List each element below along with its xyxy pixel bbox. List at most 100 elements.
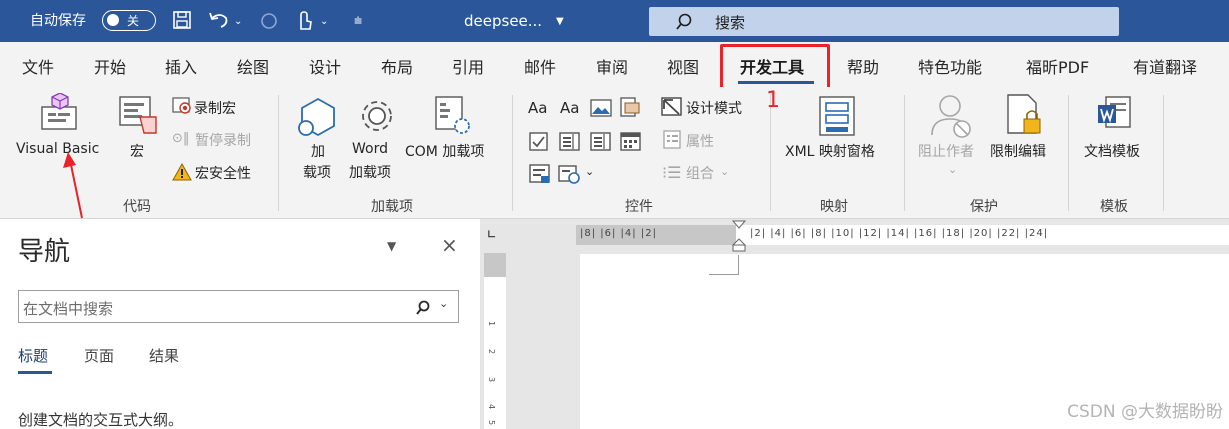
warning-icon (172, 163, 192, 181)
restrict-editing-button[interactable]: 限制编辑 (990, 141, 1046, 161)
undo-dropdown-icon[interactable]: ⌄ (234, 12, 242, 32)
group-icon: ⁝☰ (662, 163, 682, 182)
tab-insert[interactable]: 插入 (165, 54, 197, 78)
building-block-control-icon[interactable] (620, 97, 640, 119)
navigation-pane: 导航 ▼ × 在文档中搜索 ⌄ 标题 页面 结果 创建文档的交互式大纲。 (0, 219, 480, 429)
vruler-tick: 4 (487, 403, 497, 410)
group-code-label: 代码 (123, 199, 151, 215)
nav-search-placeholder: 在文档中搜索 (23, 300, 114, 318)
customize-toolbar-icon[interactable]: ⩧ (354, 11, 362, 31)
picture-control-icon[interactable] (590, 99, 612, 117)
group-mapping-label: 映射 (820, 199, 848, 215)
dropdown-list-control-icon[interactable] (590, 132, 612, 152)
nav-hint-text: 创建文档的交互式大纲。 (18, 411, 184, 429)
close-icon[interactable]: × (441, 233, 458, 257)
search-icon[interactable] (415, 300, 431, 316)
plain-text-control-button[interactable]: Aa (560, 99, 579, 117)
visual-basic-icon (41, 93, 77, 130)
word-addins-gear-icon (362, 101, 392, 131)
legacy-tools-dropdown-icon[interactable]: ⌄ (585, 165, 594, 178)
tab-layout[interactable]: 布局 (381, 54, 413, 78)
tab-features[interactable]: 特色功能 (918, 54, 982, 78)
pause-recording-button[interactable]: 暂停录制 (195, 130, 251, 150)
ribbon-panel: Visual Basic 宏 录制宏 ⊙‖ 暂停录制 宏安全性 代码 加 载项 … (0, 87, 1229, 219)
tab-draw[interactable]: 绘图 (237, 54, 269, 78)
record-macro-button[interactable]: 录制宏 (194, 98, 236, 118)
addins-label-1[interactable]: 加 (311, 141, 325, 161)
word-addins-label-1[interactable]: Word (352, 141, 388, 157)
tab-youdao[interactable]: 有道翻译 (1133, 54, 1197, 78)
macros-icon (119, 96, 157, 134)
redo-icon (261, 13, 277, 29)
tab-view[interactable]: 视图 (667, 54, 699, 78)
document-template-button[interactable]: 文档模板 (1084, 141, 1140, 161)
group-button[interactable]: 组合 (686, 163, 714, 183)
design-mode-button[interactable]: 设计模式 (686, 98, 742, 118)
tab-file[interactable]: 文件 (22, 54, 54, 78)
vertical-ruler: ∟ 1 2 3 4 5 (480, 219, 511, 429)
com-addins-icon (435, 96, 470, 134)
annotation-number-1: 1 (766, 88, 780, 113)
repeating-section-control-icon[interactable] (529, 164, 551, 184)
indent-markers[interactable] (731, 219, 747, 253)
tab-headings[interactable]: 标题 (18, 345, 48, 366)
xml-mapping-icon (819, 96, 855, 136)
date-picker-control-icon[interactable] (620, 132, 642, 152)
pane-options-icon[interactable]: ▼ (387, 239, 396, 253)
legacy-tools-icon[interactable] (558, 163, 582, 185)
touch-dropdown-icon[interactable]: ⌄ (320, 12, 328, 32)
title-bar: 自动保存 关 ⌄ ⌄ ⩧ deepsee... ▼ 搜索 (0, 0, 1229, 42)
autosave-state: 关 (127, 14, 140, 28)
xml-mapping-pane-button[interactable]: XML 映射窗格 (785, 141, 875, 161)
ribbon-tabs: 文件 开始 插入 绘图 设计 布局 引用 邮件 审阅 视图 开发工具 帮助 特色… (0, 42, 1229, 91)
tab-design[interactable]: 设计 (309, 54, 341, 78)
touch-mode-icon[interactable] (295, 9, 313, 31)
tab-selector-icon[interactable]: ∟ (487, 228, 496, 241)
vruler-tick: 1 (487, 320, 497, 327)
document-name[interactable]: deepsee... (464, 12, 542, 30)
rich-text-control-button[interactable]: Aa (528, 99, 547, 117)
tab-foxit-pdf[interactable]: 福昕PDF (1026, 54, 1089, 78)
search-box[interactable]: 搜索 (649, 7, 1119, 36)
group-controls-label: 控件 (625, 199, 653, 215)
combo-box-control-icon[interactable] (559, 132, 581, 152)
watermark: CSDN @大数据盼盼 (1067, 402, 1223, 422)
group-separator (1163, 95, 1164, 211)
block-authors-button[interactable]: 阻止作者 (918, 141, 974, 161)
doc-name-dropdown-icon[interactable]: ▼ (556, 12, 564, 32)
autosave-toggle[interactable]: 关 (102, 10, 156, 31)
search-options-dropdown-icon[interactable]: ⌄ (439, 297, 448, 310)
vruler-tick: 5 (487, 419, 497, 426)
nav-title: 导航 (18, 237, 71, 267)
annotation-arrow (63, 152, 83, 219)
nav-search-input[interactable]: 在文档中搜索 ⌄ (18, 290, 459, 323)
properties-icon (663, 130, 681, 149)
undo-icon[interactable] (208, 10, 230, 30)
word-addins-label-2[interactable]: 加载项 (349, 162, 391, 182)
com-addins-button[interactable]: COM 加载项 (405, 141, 484, 161)
tab-review[interactable]: 审阅 (596, 54, 628, 78)
tab-references[interactable]: 引用 (452, 54, 484, 78)
group-separator (1068, 95, 1069, 211)
record-macro-icon (172, 97, 191, 114)
tab-results[interactable]: 结果 (149, 345, 179, 366)
group-dropdown-icon[interactable]: ⌄ (720, 165, 729, 178)
annotation-box-developer (720, 44, 830, 91)
checkbox-control-icon[interactable] (529, 132, 549, 152)
tab-help[interactable]: 帮助 (847, 54, 879, 78)
tab-mailings[interactable]: 邮件 (524, 54, 556, 78)
page-corner-mark (709, 255, 739, 275)
tab-pages[interactable]: 页面 (84, 345, 114, 366)
macro-security-button[interactable]: 宏安全性 (195, 163, 251, 183)
block-authors-dropdown-icon[interactable]: ⌄ (948, 163, 957, 176)
word-window: 自动保存 关 ⌄ ⌄ ⩧ deepsee... ▼ 搜索 文件 开始 插入 绘图… (0, 0, 1229, 429)
save-icon[interactable] (172, 10, 192, 30)
group-protect-label: 保护 (970, 199, 998, 215)
tab-home[interactable]: 开始 (94, 54, 126, 78)
addins-label-2[interactable]: 载项 (303, 162, 331, 182)
properties-button[interactable]: 属性 (686, 131, 714, 151)
macros-button[interactable]: 宏 (130, 141, 144, 161)
design-mode-icon (661, 97, 682, 116)
hruler-ticks-right: |2| |4| |6| |8| |10| |12| |14| |16| |18|… (750, 228, 1049, 239)
hruler-ticks-left: |8| |6| |4| |2| (580, 228, 657, 239)
